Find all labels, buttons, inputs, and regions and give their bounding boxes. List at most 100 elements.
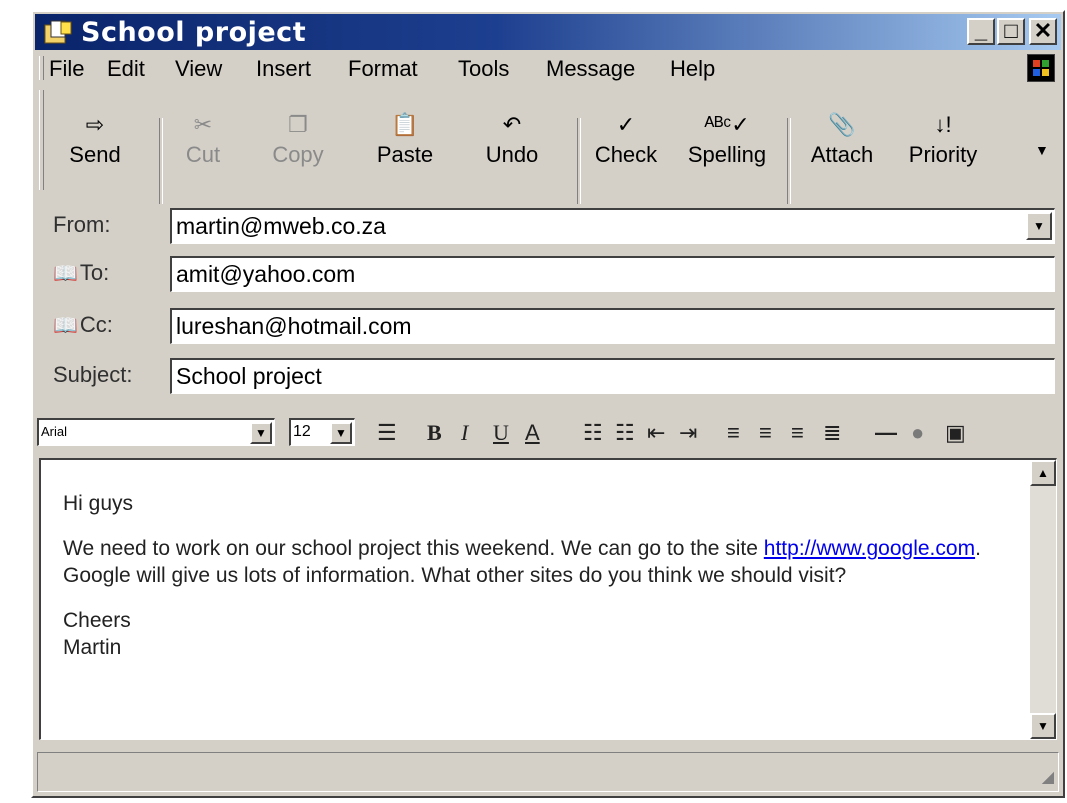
font-value: Arial — [41, 424, 68, 439]
address-book-icon: 📖 — [53, 315, 78, 337]
copy-icon: ❐ — [288, 112, 308, 137]
priority-button[interactable]: ↓! Priority — [895, 108, 991, 168]
increase-indent-icon[interactable]: ⇥ — [679, 420, 697, 446]
clipboard-icon: 📋 — [391, 112, 419, 137]
insert-picture-icon[interactable]: ▣ — [945, 420, 966, 446]
from-field[interactable]: martin@mweb.co.za ▼ — [170, 208, 1055, 244]
message-text: Hi guys We need to work on our school pr… — [63, 490, 1023, 679]
vertical-scrollbar[interactable]: ▲ ▼ — [1030, 460, 1056, 739]
to-label[interactable]: 📖To: — [53, 260, 109, 286]
font-size-select[interactable]: 12 ▼ — [289, 418, 355, 446]
menu-bar: File Edit View Insert Format Tools Messa… — [35, 52, 1061, 84]
minimize-button[interactable]: _ — [967, 18, 995, 45]
toolbar-grip[interactable] — [39, 90, 44, 190]
send-button[interactable]: ⇨ Send — [57, 108, 133, 168]
toolbar-separator — [787, 118, 791, 204]
subject-field[interactable]: School project — [170, 358, 1055, 394]
formatting-toolbar: Arial ▼ 12 ▼ ☰ B I U A ☷ ☷ ⇤ ⇥ ≡ ≡ ≡ ≣ —… — [35, 412, 1061, 454]
scroll-down-button[interactable]: ▼ — [1030, 713, 1056, 739]
cut-label: Cut — [185, 142, 221, 167]
font-select[interactable]: Arial ▼ — [37, 418, 275, 446]
from-dropdown-button[interactable]: ▼ — [1026, 212, 1052, 240]
menu-message[interactable]: Message — [546, 56, 635, 82]
check-names-button[interactable]: ✓ Check — [583, 108, 669, 168]
horizontal-line-icon[interactable]: — — [875, 420, 897, 446]
address-book-icon: 📖 — [53, 263, 78, 285]
status-bar: ◢ — [37, 752, 1059, 792]
bold-icon[interactable]: B — [427, 420, 442, 446]
priority-label: Priority — [908, 142, 978, 167]
decrease-indent-icon[interactable]: ⇤ — [647, 420, 665, 446]
title-bar[interactable]: School project _ □ ✕ — [35, 14, 1061, 50]
toolbar-separator — [159, 118, 163, 204]
menu-tools[interactable]: Tools — [458, 56, 509, 82]
menu-grip[interactable] — [39, 56, 44, 80]
spelling-button[interactable]: ᴬᴮᶜ✓ Spelling — [673, 108, 781, 168]
send-label: Send — [69, 142, 121, 167]
google-link[interactable]: http://www.google.com — [764, 537, 975, 560]
attach-label: Attach — [810, 142, 874, 167]
subject-label: Subject: — [53, 362, 133, 387]
close-button[interactable]: ✕ — [1029, 18, 1057, 45]
closing: Cheers — [63, 609, 131, 632]
paragraph: We need to work on our school project th… — [63, 535, 1023, 589]
attach-button[interactable]: 📎 Attach — [799, 108, 885, 168]
send-icon: ⇨ — [85, 112, 105, 137]
check-label: Check — [594, 142, 658, 167]
maximize-button[interactable]: □ — [997, 18, 1025, 45]
underline-icon[interactable]: U — [493, 420, 509, 446]
copy-button[interactable]: ❐ Copy — [263, 108, 333, 168]
window-title: School project — [81, 17, 307, 48]
spelling-icon: ᴬᴮᶜ✓ — [704, 112, 750, 137]
toolbar-separator — [577, 118, 581, 204]
scroll-up-button[interactable]: ▲ — [1030, 460, 1056, 486]
cc-field[interactable]: lureshan@hotmail.com — [170, 308, 1055, 344]
signature: Martin — [63, 636, 122, 659]
font-color-icon[interactable]: A — [525, 420, 540, 446]
undo-button[interactable]: ↶ Undo — [467, 108, 557, 168]
check-names-icon: ✓ — [616, 112, 636, 137]
menu-view[interactable]: View — [175, 56, 222, 82]
hyperlink-icon[interactable]: ● — [911, 420, 924, 446]
paragraph-style-icon[interactable]: ☰ — [377, 420, 397, 446]
menu-format[interactable]: Format — [348, 56, 418, 82]
font-size-value: 12 — [293, 423, 311, 440]
to-value: amit@yahoo.com — [176, 261, 356, 287]
subject-value: School project — [176, 363, 322, 389]
menu-insert[interactable]: Insert — [256, 56, 311, 82]
menu-file[interactable]: File — [49, 56, 84, 82]
paragraph-text: We need to work on our school project th… — [63, 537, 758, 560]
menu-help[interactable]: Help — [670, 56, 715, 82]
from-label: From: — [53, 212, 111, 237]
toolbar: ⇨ Send ✂ Cut ❐ Copy 📋 Paste ↶ Undo ✓ Che… — [35, 84, 1061, 204]
spelling-label: Spelling — [687, 142, 767, 167]
italic-icon[interactable]: I — [461, 420, 468, 446]
align-left-icon[interactable]: ≡ — [727, 420, 740, 446]
bullet-list-icon[interactable]: ☷ — [615, 420, 635, 446]
paperclip-icon: 📎 — [828, 112, 856, 137]
undo-icon: ↶ — [502, 112, 522, 137]
menu-edit[interactable]: Edit — [107, 56, 145, 82]
justify-icon[interactable]: ≣ — [823, 420, 841, 446]
copy-label: Copy — [272, 142, 324, 167]
cc-label[interactable]: 📖Cc: — [53, 312, 113, 338]
greeting: Hi guys — [63, 492, 134, 515]
font-dropdown-button[interactable]: ▼ — [250, 422, 272, 444]
cc-label-text: Cc: — [79, 312, 113, 337]
to-field[interactable]: amit@yahoo.com — [170, 256, 1055, 292]
message-body[interactable]: Hi guys We need to work on our school pr… — [39, 458, 1057, 740]
scissors-icon: ✂ — [193, 112, 213, 137]
from-value: martin@mweb.co.za — [176, 213, 386, 239]
priority-icon: ↓! — [934, 112, 952, 137]
compose-window: School project _ □ ✕ File Edit View Inse… — [31, 10, 1065, 798]
align-center-icon[interactable]: ≡ — [759, 420, 772, 446]
paste-button[interactable]: 📋 Paste — [365, 108, 445, 168]
paste-label: Paste — [376, 142, 434, 167]
to-label-text: To: — [79, 260, 110, 285]
size-dropdown-button[interactable]: ▼ — [330, 422, 352, 444]
resize-grip-icon[interactable]: ◢ — [1042, 767, 1054, 787]
cut-button[interactable]: ✂ Cut — [173, 108, 233, 168]
numbered-list-icon[interactable]: ☷ — [583, 420, 603, 446]
align-right-icon[interactable]: ≡ — [791, 420, 804, 446]
toolbar-overflow-icon[interactable]: ▼ — [1035, 142, 1049, 158]
